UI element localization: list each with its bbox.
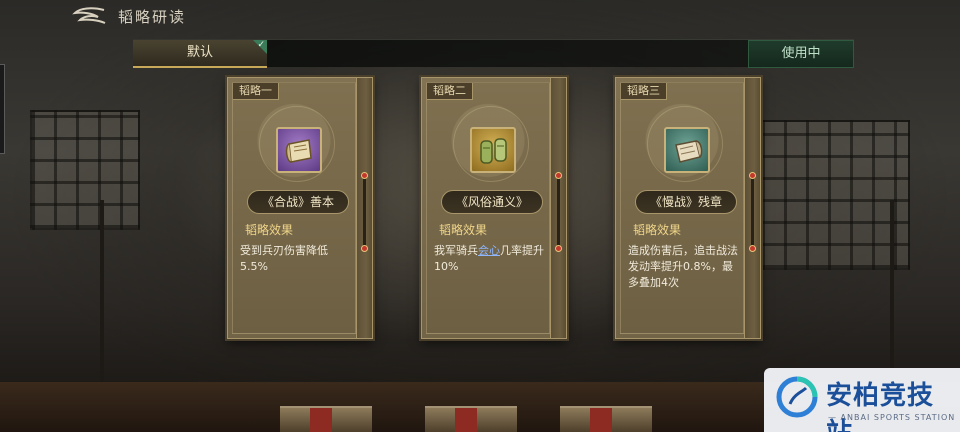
background-candle-stand-right bbox=[890, 200, 894, 390]
effect-description: 受到兵刃伤害降低5.5% bbox=[240, 244, 328, 273]
scroll-knob-top bbox=[361, 172, 368, 179]
keyword-link-crit[interactable]: 会心 bbox=[478, 244, 500, 257]
card-title: 《慢战》残章 bbox=[635, 190, 737, 214]
card-side-rail bbox=[550, 78, 566, 338]
scroll-knob-top bbox=[555, 172, 562, 179]
background-window-left bbox=[30, 110, 140, 230]
purple-scroll-icon bbox=[276, 127, 322, 173]
card-scrollbar[interactable] bbox=[555, 172, 562, 252]
background-book bbox=[280, 406, 372, 432]
teal-scroll-icon bbox=[664, 127, 710, 173]
header: 韬略研读 bbox=[0, 0, 960, 34]
watermark: 安柏竞技站 — ANBAI SPORTS STATION — bbox=[764, 368, 960, 432]
background-book bbox=[425, 406, 517, 432]
effect-heading: 韬略效果 bbox=[633, 223, 682, 237]
card-scrollbar[interactable] bbox=[749, 172, 756, 252]
preset-bar: 默认 ✓ 使用中 bbox=[133, 39, 854, 68]
card-slot-label: 韬略三 bbox=[621, 83, 667, 100]
card-slot-label: 韬略一 bbox=[233, 83, 279, 100]
effect-heading: 韬略效果 bbox=[245, 223, 294, 237]
check-icon: ✓ bbox=[257, 40, 265, 50]
scroll-knob-bottom bbox=[555, 245, 562, 252]
effect-text: 我军骑兵 bbox=[434, 244, 478, 257]
background-candle-stand-left bbox=[100, 200, 104, 400]
watermark-logo-icon bbox=[776, 376, 818, 418]
preset-tab-default[interactable]: 默认 ✓ bbox=[133, 40, 267, 68]
card-scrollbar[interactable] bbox=[361, 172, 368, 252]
card-panel: 韬略三 《慢战》残章 韬略效果 造成伤害后，追击战法发动率提升0.8%，最多叠加… bbox=[620, 82, 744, 334]
strategy-card-2[interactable]: 韬略二 《风俗通义》 韬略效果 我军骑兵会心几率提升10% bbox=[421, 77, 567, 339]
strategy-card-3[interactable]: 韬略三 《慢战》残章 韬略效果 造成伤害后，追击战法发动率提升0.8%，最多叠加… bbox=[615, 77, 761, 339]
effect-description: 我军骑兵会心几率提升10% bbox=[434, 243, 548, 275]
back-button[interactable] bbox=[72, 5, 108, 27]
strategy-card-1[interactable]: 韬略一 《合战》善本 韬略效果 受到兵刃伤害降低5.5% bbox=[227, 77, 373, 339]
effect-description: 造成伤害后，追击战法发动率提升0.8%，最多叠加4次 bbox=[628, 244, 738, 289]
gold-scroll-icon bbox=[470, 127, 516, 173]
card-panel: 韬略二 《风俗通义》 韬略效果 我军骑兵会心几率提升10% bbox=[426, 82, 550, 334]
side-panel-handle[interactable] bbox=[0, 64, 5, 154]
card-side-rail bbox=[356, 78, 372, 338]
card-slot-label: 韬略二 bbox=[427, 83, 473, 100]
watermark-subtitle: — ANBAI SPORTS STATION — bbox=[828, 413, 956, 431]
card-title: 《合战》善本 bbox=[247, 190, 349, 214]
background-book bbox=[560, 406, 652, 432]
page-title: 韬略研读 bbox=[118, 8, 187, 26]
scroll-knob-bottom bbox=[749, 245, 756, 252]
background-window-right bbox=[760, 120, 910, 270]
card-side-rail bbox=[744, 78, 760, 338]
scroll-knob-bottom bbox=[361, 245, 368, 252]
in-use-button[interactable]: 使用中 bbox=[748, 40, 854, 68]
back-arrow-icon bbox=[72, 7, 106, 24]
card-title: 《风俗通义》 bbox=[441, 190, 543, 214]
preset-tab-default-label: 默认 bbox=[186, 45, 213, 60]
scroll-knob-top bbox=[749, 172, 756, 179]
card-panel: 韬略一 《合战》善本 韬略效果 受到兵刃伤害降低5.5% bbox=[232, 82, 356, 334]
effect-heading: 韬略效果 bbox=[439, 223, 488, 237]
